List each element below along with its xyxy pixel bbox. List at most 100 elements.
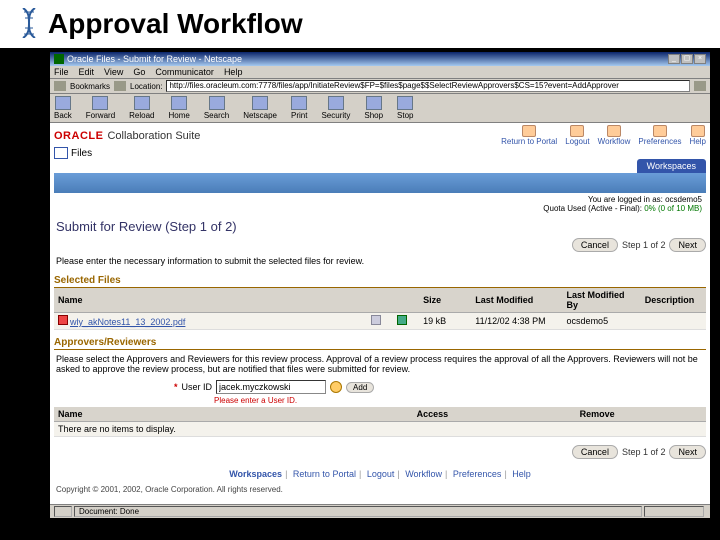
bookmarks-icon[interactable] [54, 81, 66, 91]
footer-workflow[interactable]: Workflow [405, 469, 442, 479]
nav-toolbar: Back Forward Reload Home Search Netscape… [50, 94, 710, 123]
menu-file[interactable]: File [54, 67, 69, 77]
reload-button[interactable]: Reload [129, 96, 154, 120]
status-lock-icon [54, 506, 72, 517]
quota-label: Quota Used (Active - Final): [543, 204, 644, 213]
menu-go[interactable]: Go [133, 67, 145, 77]
status-component-bar [644, 506, 704, 517]
footer-links: Workspaces| Return to Portal| Logout| Wo… [54, 465, 706, 483]
minimize-button[interactable]: _ [668, 54, 680, 64]
reload-icon [134, 96, 150, 110]
download-icon[interactable] [397, 315, 407, 325]
portal-icon [522, 125, 536, 137]
bottom-actions: Cancel Step 1 of 2 Next [54, 443, 706, 461]
stop-button[interactable]: Stop [397, 96, 413, 120]
workflow-icon [607, 125, 621, 137]
menu-communicator[interactable]: Communicator [155, 67, 214, 77]
next-button-bottom[interactable]: Next [669, 445, 706, 459]
shop-button[interactable]: Shop [364, 96, 383, 120]
step-indicator-bottom: Step 1 of 2 [622, 447, 666, 457]
find-icon[interactable] [330, 381, 342, 393]
brand: ORACLE Collaboration Suite [54, 130, 200, 142]
menu-edit[interactable]: Edit [79, 67, 95, 77]
window-title: Oracle Files - Submit for Review - Netsc… [67, 54, 242, 64]
bookmarks-label[interactable]: Bookmarks [70, 82, 110, 91]
userid-input[interactable] [216, 380, 326, 394]
footer-logout[interactable]: Logout [367, 469, 395, 479]
back-icon [55, 96, 71, 110]
col-size: Size [419, 288, 471, 313]
page-instruction: Please enter the necessary information t… [54, 254, 706, 272]
file-lastmodby: ocsdemo5 [563, 313, 641, 330]
menu-help[interactable]: Help [224, 67, 243, 77]
table-row: wly_akNotes11_13_2002.pdf 19 kB 11/12/02… [54, 313, 706, 330]
security-button[interactable]: Security [321, 96, 350, 120]
page-content: ORACLE Collaboration Suite Return to Por… [50, 123, 710, 514]
link-return-portal[interactable]: Return to Portal [501, 125, 557, 146]
forward-icon [92, 96, 108, 110]
files-label: Files [71, 148, 92, 159]
step-indicator-top: Step 1 of 2 [622, 240, 666, 250]
footer-portal[interactable]: Return to Portal [293, 469, 356, 479]
file-size: 19 kB [419, 313, 471, 330]
footer-help[interactable]: Help [512, 469, 531, 479]
maximize-button[interactable]: ▢ [681, 54, 693, 64]
netscape-button[interactable]: Netscape [243, 96, 277, 120]
link-help[interactable]: Help [690, 125, 706, 146]
selected-files-heading: Selected Files [54, 274, 706, 288]
slide-title: Approval Workflow [0, 0, 720, 48]
stop-icon [397, 96, 413, 110]
location-input[interactable]: http://files.oracleum.com:7778/files/app… [166, 80, 690, 92]
add-button[interactable]: Add [346, 382, 374, 393]
security-icon [328, 96, 344, 110]
cancel-button-bottom[interactable]: Cancel [572, 445, 618, 459]
close-button[interactable]: × [694, 54, 706, 64]
menu-view[interactable]: View [104, 67, 123, 77]
userid-row: * User ID Add [54, 378, 706, 396]
logout-icon [570, 125, 584, 137]
back-button[interactable]: Back [54, 96, 72, 120]
global-links: Return to Portal Logout Workflow Prefere… [501, 125, 706, 146]
approvers-heading: Approvers/Reviewers [54, 336, 706, 350]
oracle-logo: ORACLE [54, 130, 103, 142]
search-icon [209, 96, 225, 110]
empty-message: There are no items to display. [54, 422, 706, 437]
top-actions: Cancel Step 1 of 2 Next [54, 236, 706, 254]
link-preferences[interactable]: Preferences [638, 125, 681, 146]
login-info: You are logged in as: ocsdemo5 Quota Use… [54, 193, 706, 215]
browser-window: Oracle Files - Submit for Review - Netsc… [50, 52, 710, 517]
search-button[interactable]: Search [204, 96, 229, 120]
window-titlebar: Oracle Files - Submit for Review - Netsc… [50, 52, 710, 66]
tab-workspaces[interactable]: Workspaces [637, 159, 706, 173]
view-icon[interactable] [371, 315, 381, 325]
help-icon [691, 125, 705, 137]
print-button[interactable]: Print [291, 96, 307, 120]
header-band [54, 173, 706, 193]
userid-error: Please enter a User ID. [54, 396, 706, 405]
footer-preferences[interactable]: Preferences [453, 469, 502, 479]
col2-access: Access [413, 407, 576, 422]
file-name[interactable]: wly_akNotes11_13_2002.pdf [70, 317, 185, 327]
footer-workspaces[interactable]: Workspaces [229, 469, 282, 479]
preferences-icon [653, 125, 667, 137]
status-text: Document: Done [74, 506, 642, 517]
copyright: Copyright © 2001, 2002, Oracle Corporati… [54, 483, 706, 496]
col-desc: Description [641, 288, 706, 313]
files-brand: Files [54, 147, 706, 159]
required-icon: * [174, 382, 178, 392]
col-name: Name [54, 288, 367, 313]
next-button-top[interactable]: Next [669, 238, 706, 252]
quota-value: 0% (0 of 10 MB) [644, 204, 702, 213]
cancel-button-top[interactable]: Cancel [572, 238, 618, 252]
link-workflow[interactable]: Workflow [598, 125, 631, 146]
forward-button[interactable]: Forward [86, 96, 115, 120]
login-user: You are logged in as: ocsdemo5 [58, 195, 702, 204]
col2-remove: Remove [576, 407, 706, 422]
location-toolbar: Bookmarks Location: http://files.oracleu… [50, 79, 710, 94]
related-icon[interactable] [694, 81, 706, 91]
slide-title-text: Approval Workflow [48, 8, 303, 39]
dna-icon [20, 8, 38, 38]
files-icon [54, 147, 68, 159]
link-logout[interactable]: Logout [565, 125, 589, 146]
home-button[interactable]: Home [169, 96, 190, 120]
